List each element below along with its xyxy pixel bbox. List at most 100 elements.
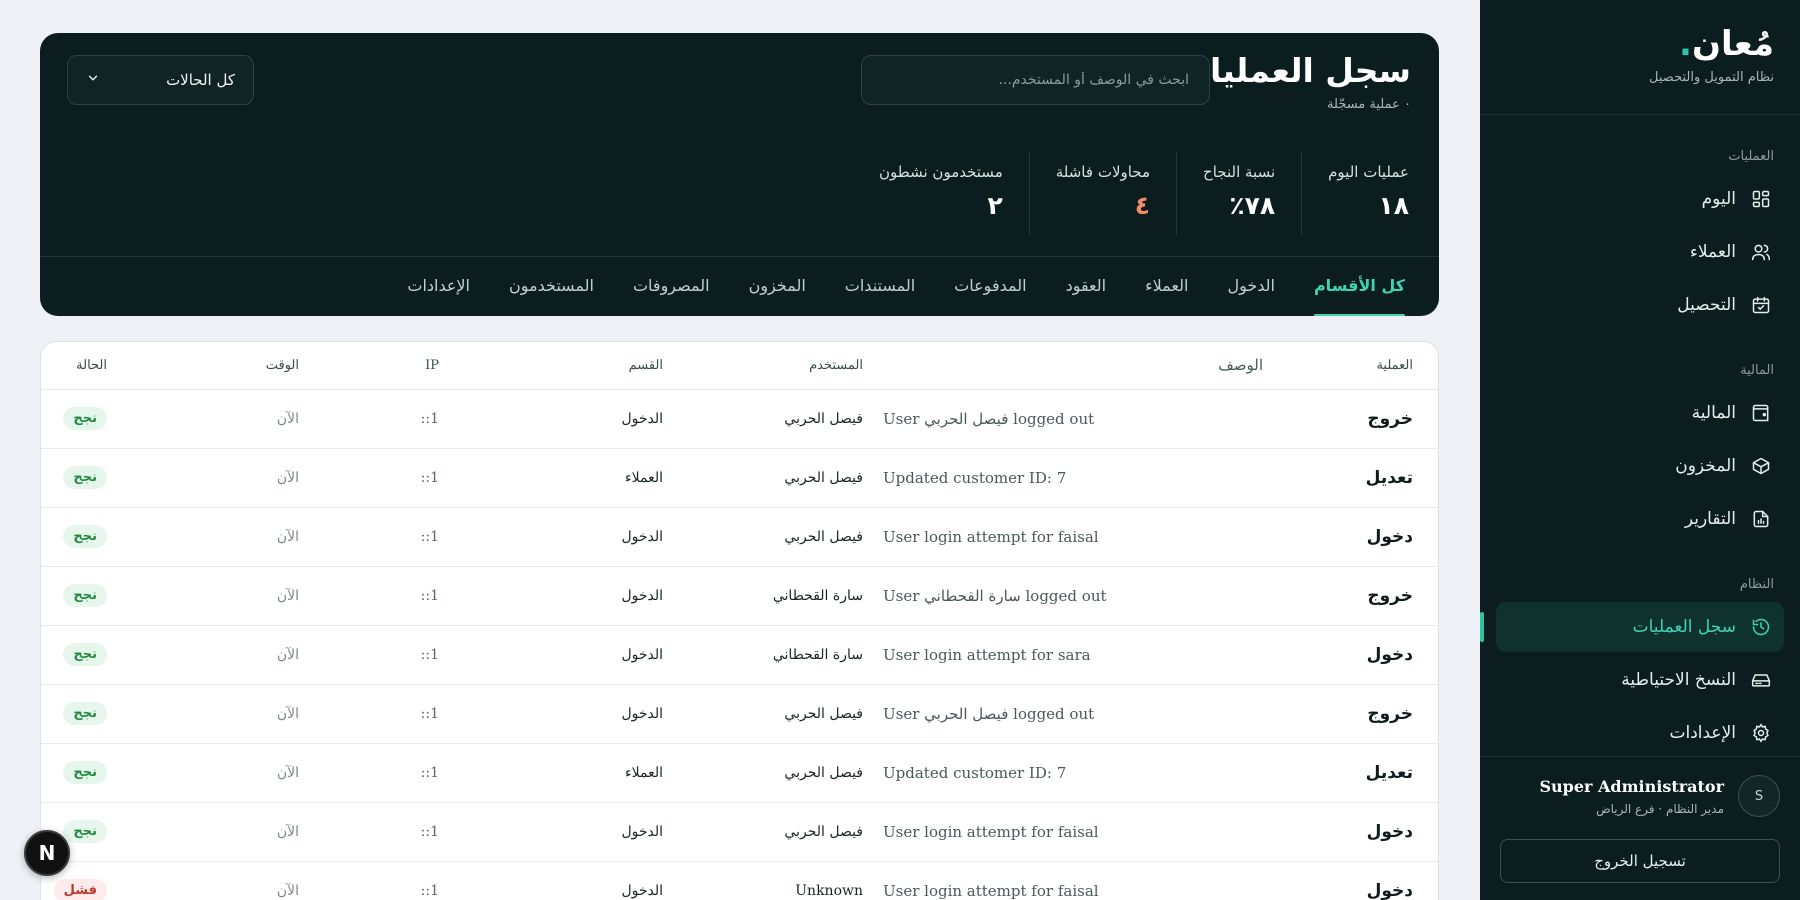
op-cell: دخول	[1263, 625, 1438, 685]
col-user[interactable]: المستخدم	[663, 342, 863, 390]
col-status[interactable]: الحالة	[41, 342, 202, 390]
avatar[interactable]: S	[1738, 775, 1780, 817]
wallet-icon	[1750, 402, 1772, 424]
status-badge: نجح	[63, 525, 107, 548]
sidebar-item-label: العملاء	[1689, 242, 1736, 262]
sidebar-item[interactable]: النسخ الاحتياطية	[1496, 655, 1784, 705]
sidebar-item-label: الإعدادات	[1669, 723, 1736, 743]
status-badge: فشل	[53, 879, 107, 900]
box-icon	[1750, 455, 1772, 477]
section-tabs: كل الأقسام الدخول العملاء العقود المدفوعات ال…	[40, 256, 1439, 316]
sidebar-item-label: اليوم	[1701, 189, 1736, 209]
sidebar-item-label: النسخ الاحتياطية	[1621, 670, 1736, 690]
history-icon	[1750, 616, 1772, 638]
user-cell: سارة القحطاني	[663, 566, 863, 626]
section-cell: الدخول	[439, 861, 663, 900]
col-desc[interactable]: الوصف	[863, 342, 1263, 390]
user-role: مدير النظام · فرع الرياض	[1596, 801, 1724, 816]
sidebar-item[interactable]: التحصيل	[1496, 280, 1784, 330]
section-tab[interactable]: المستندات	[845, 257, 915, 316]
sidebar-item-label: التقارير	[1684, 509, 1736, 529]
section-tab[interactable]: العملاء	[1145, 257, 1188, 316]
sidebar-nav: العمليات اليوم العملاء التحصيل المالية المالي…	[1480, 115, 1800, 758]
user-info: Super Administrator مدير النظام · فرع ال…	[1539, 777, 1724, 816]
table-row[interactable]: دخول User login attempt for sara سارة القح…	[41, 625, 1438, 685]
report-icon	[1750, 508, 1772, 530]
nav-section-heading: العمليات	[1728, 149, 1774, 164]
chevron-down-icon	[86, 71, 100, 89]
sidebar-item[interactable]: الإعدادات	[1496, 708, 1784, 758]
section-tab[interactable]: الدخول	[1227, 257, 1275, 316]
brand-subtitle: نظام التمويل والتحصيل	[1649, 70, 1774, 85]
stat-card: نسبة النجاح ٧٨٪	[1176, 151, 1301, 235]
section-tab[interactable]: المصروفات	[633, 257, 710, 316]
table-row[interactable]: دخول User login attempt for faisal Unknown…	[41, 861, 1438, 900]
section-cell: الدخول	[439, 566, 663, 626]
desc-cell: User login attempt for faisal	[863, 861, 1263, 900]
time-cell: الآن	[202, 861, 299, 900]
desc-cell: Updated customer ID: 7	[863, 743, 1263, 803]
stat-label: محاولات فاشلة	[1055, 163, 1151, 181]
table-header: العملية الوصف المستخدم القسم IP الوقت ال…	[41, 342, 1438, 390]
sidebar-item[interactable]: سجل العمليات	[1480, 602, 1784, 652]
status-badge: نجح	[63, 466, 107, 489]
sidebar-item[interactable]: العملاء	[1496, 227, 1784, 277]
sidebar-item-label: المالية	[1691, 403, 1736, 423]
table-row[interactable]: دخول User login attempt for faisal فيصل ال…	[41, 507, 1438, 567]
op-cell: خروج	[1263, 684, 1438, 744]
status-badge: نجح	[63, 584, 107, 607]
section-tab[interactable]: الإعدادات	[407, 257, 470, 316]
search-input[interactable]	[861, 55, 1210, 105]
section-cell: الدخول	[439, 625, 663, 685]
ip-cell: ::1	[299, 625, 439, 685]
table-row[interactable]: تعديل Updated customer ID: 7 فيصل الحربي ال…	[41, 448, 1438, 508]
sidebar-item[interactable]: المخزون	[1496, 441, 1784, 491]
status-filter-value: كل الحالات	[166, 71, 235, 89]
sidebar-item-label: المخزون	[1675, 456, 1736, 476]
time-cell: الآن	[202, 743, 299, 803]
sidebar-item[interactable]: المالية	[1496, 388, 1784, 438]
section-tab[interactable]: كل الأقسام	[1313, 257, 1406, 316]
status-cell: نجح	[41, 389, 202, 449]
sidebar: مُعان. نظام التمويل والتحصيل العمليات الي…	[1480, 0, 1800, 900]
sidebar-item[interactable]: اليوم	[1496, 174, 1784, 224]
nav-section: العمليات اليوم العملاء التحصيل	[1480, 115, 1800, 330]
section-tab[interactable]: المدفوعات	[954, 257, 1026, 316]
table-row[interactable]: خروج User فيصل الحربي logged out فيصل الحر…	[41, 389, 1438, 449]
nav-section: النظام سجل العمليات النسخ الاحتياطية الإعدا…	[1480, 547, 1800, 758]
op-cell: خروج	[1263, 389, 1438, 449]
status-filter-select[interactable]: كل الحالات	[67, 55, 254, 105]
nav-section-heading: النظام	[1739, 577, 1774, 592]
stat-card: عمليات اليوم ١٨	[1301, 151, 1409, 235]
col-ip[interactable]: IP	[299, 342, 439, 390]
sidebar-item-label: سجل العمليات	[1632, 617, 1736, 637]
stat-value: ٧٨٪	[1229, 191, 1276, 220]
op-cell: تعديل	[1263, 743, 1438, 803]
page-subtitle: ٠ عملية مسجّلة	[1327, 97, 1411, 112]
next-dev-badge[interactable]: N	[24, 830, 70, 876]
stat-label: عمليات اليوم	[1328, 163, 1409, 181]
user-cell: فيصل الحربي	[663, 684, 863, 744]
user-cell: فيصل الحربي	[663, 802, 863, 862]
ip-cell: ::1	[299, 448, 439, 508]
col-op[interactable]: العملية	[1263, 342, 1438, 390]
status-badge: نجح	[63, 702, 107, 725]
table-row[interactable]: خروج User سارة القحطاني logged out سارة ال…	[41, 566, 1438, 626]
user-name: Super Administrator	[1539, 776, 1724, 796]
section-tab[interactable]: العقود	[1066, 257, 1107, 316]
section-tab[interactable]: المخزون	[749, 257, 806, 316]
user-cell: فيصل الحربي	[663, 743, 863, 803]
col-time[interactable]: الوقت	[202, 342, 299, 390]
section-tab[interactable]: المستخدمون	[509, 257, 594, 316]
table-row[interactable]: دخول User login attempt for faisal فيصل ال…	[41, 802, 1438, 862]
logout-button[interactable]: تسجيل الخروج	[1500, 839, 1780, 883]
table-row[interactable]: تعديل Updated customer ID: 7 فيصل الحربي ال…	[41, 743, 1438, 803]
col-section[interactable]: القسم	[439, 342, 663, 390]
table-body: خروج User فيصل الحربي logged out فيصل الحر…	[41, 389, 1438, 900]
status-cell: نجح	[41, 684, 202, 744]
brand: مُعان. نظام التمويل والتحصيل	[1480, 0, 1800, 115]
table-row[interactable]: خروج User فيصل الحربي logged out فيصل الحر…	[41, 684, 1438, 744]
status-badge: نجح	[63, 407, 107, 430]
sidebar-item[interactable]: التقارير	[1496, 494, 1784, 544]
brand-logo[interactable]: مُعان.	[1506, 24, 1774, 64]
